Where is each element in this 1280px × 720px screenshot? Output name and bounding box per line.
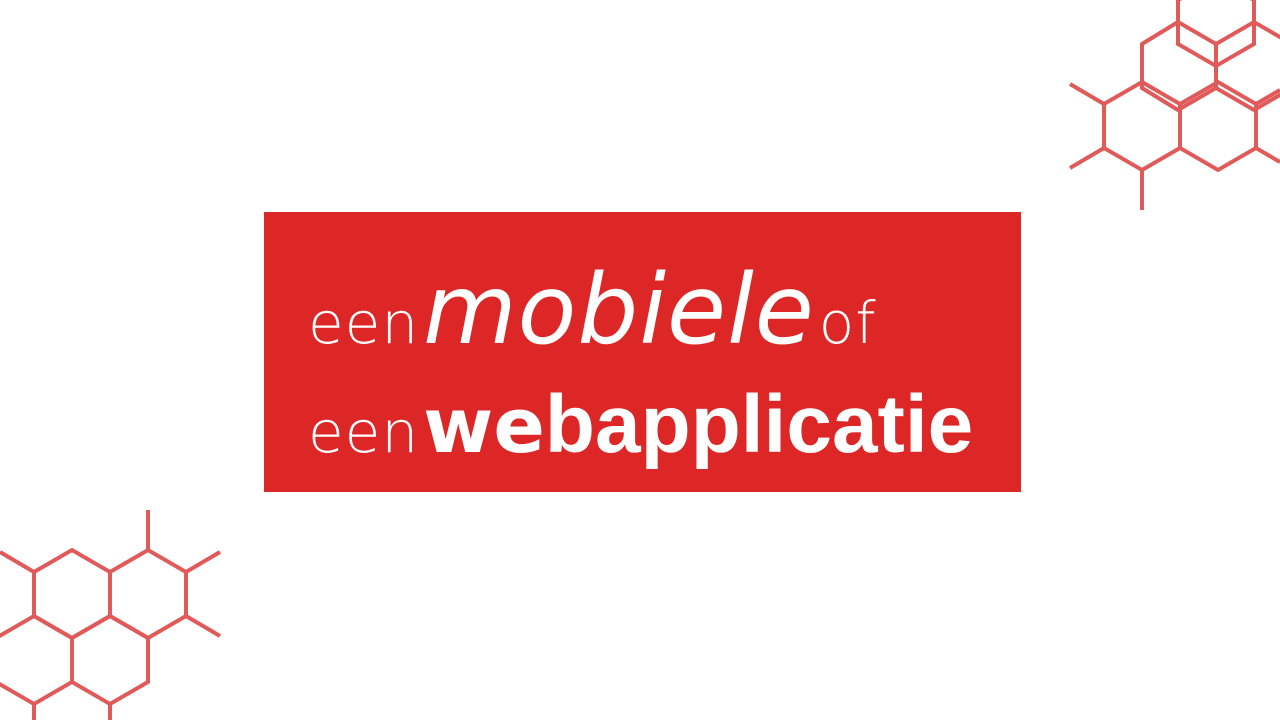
hexagon-edge xyxy=(184,614,222,638)
word-mobiele: mobiele xyxy=(423,254,815,366)
word-een: een xyxy=(308,289,420,357)
hexagon-edge xyxy=(184,550,222,574)
word-een-2: een xyxy=(308,398,420,466)
title-line-1: een mobiele of xyxy=(308,262,877,358)
hexagon-shape xyxy=(70,613,150,707)
hexagon-shape xyxy=(0,613,74,707)
hexagon-edge xyxy=(1254,146,1280,164)
hexagon-edge xyxy=(1068,82,1106,106)
word-of: of xyxy=(818,289,877,357)
hexagon-edge xyxy=(0,550,36,574)
hexagon-edge xyxy=(1068,146,1106,170)
title-line-2: een webapplicatie xyxy=(308,384,973,466)
hexagon-shape xyxy=(1178,79,1258,173)
hexagon-shape xyxy=(1102,79,1182,173)
title-banner: een mobiele of een webapplicatie xyxy=(264,212,1021,492)
word-web-prefix: we xyxy=(423,381,545,470)
slide-canvas: een mobiele of een webapplicatie xyxy=(0,0,1280,720)
word-bapplicatie: bapplicatie xyxy=(544,379,974,470)
